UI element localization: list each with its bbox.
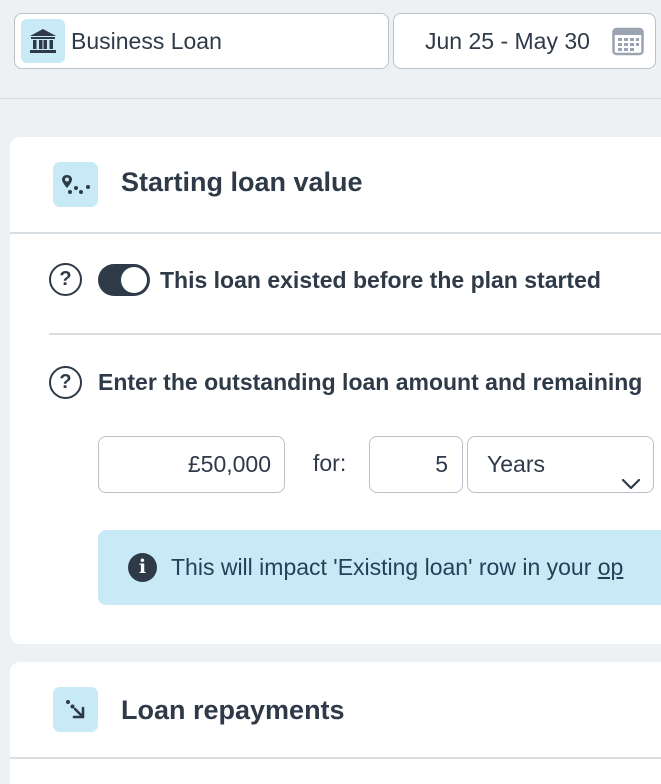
bank-icon xyxy=(21,19,65,63)
route-icon xyxy=(53,162,98,207)
info-banner: i This will impact 'Existing loan' row i… xyxy=(98,530,661,605)
term-unit-value: Years xyxy=(487,451,545,477)
card-divider xyxy=(10,757,661,759)
date-range-picker[interactable]: Jun 25 - May 30 xyxy=(393,13,656,69)
calendar-icon[interactable] xyxy=(612,26,644,61)
info-text: This will impact 'Existing loan' row in … xyxy=(171,530,623,605)
loan-name-text: Business Loan xyxy=(71,28,222,54)
toggle-label: This loan existed before the plan starte… xyxy=(160,267,601,293)
outstanding-prompt: Enter the outstanding loan amount and re… xyxy=(98,369,643,395)
loan-amount-input[interactable]: £50,000 xyxy=(98,436,285,493)
loan-repayments-card: Loan repayments xyxy=(10,662,661,784)
loan-repayments-title: Loan repayments xyxy=(121,695,345,725)
help-icon[interactable]: ? xyxy=(49,263,82,296)
info-icon: i xyxy=(128,553,157,582)
toggle-knob xyxy=(121,267,147,293)
help-icon[interactable]: ? xyxy=(49,366,82,399)
term-unit-select[interactable]: Years xyxy=(467,436,654,493)
arrow-down-right-icon xyxy=(53,687,98,732)
date-range-text: Jun 25 - May 30 xyxy=(425,28,590,54)
info-link[interactable]: op xyxy=(598,554,624,580)
starting-loan-card: Starting loan value ? This loan existed … xyxy=(10,137,661,644)
existed-before-toggle[interactable] xyxy=(98,264,150,296)
card-divider xyxy=(10,232,661,234)
top-bar: Business Loan Jun 25 - May 30 xyxy=(0,0,661,99)
section-divider xyxy=(49,333,661,335)
starting-loan-title: Starting loan value xyxy=(121,167,363,197)
loan-name-field[interactable]: Business Loan xyxy=(14,13,389,69)
term-input[interactable]: 5 xyxy=(369,436,463,493)
for-label: for: xyxy=(313,450,347,476)
chevron-down-icon xyxy=(621,455,641,510)
info-text-main: This will impact 'Existing loan' row in … xyxy=(171,554,598,580)
